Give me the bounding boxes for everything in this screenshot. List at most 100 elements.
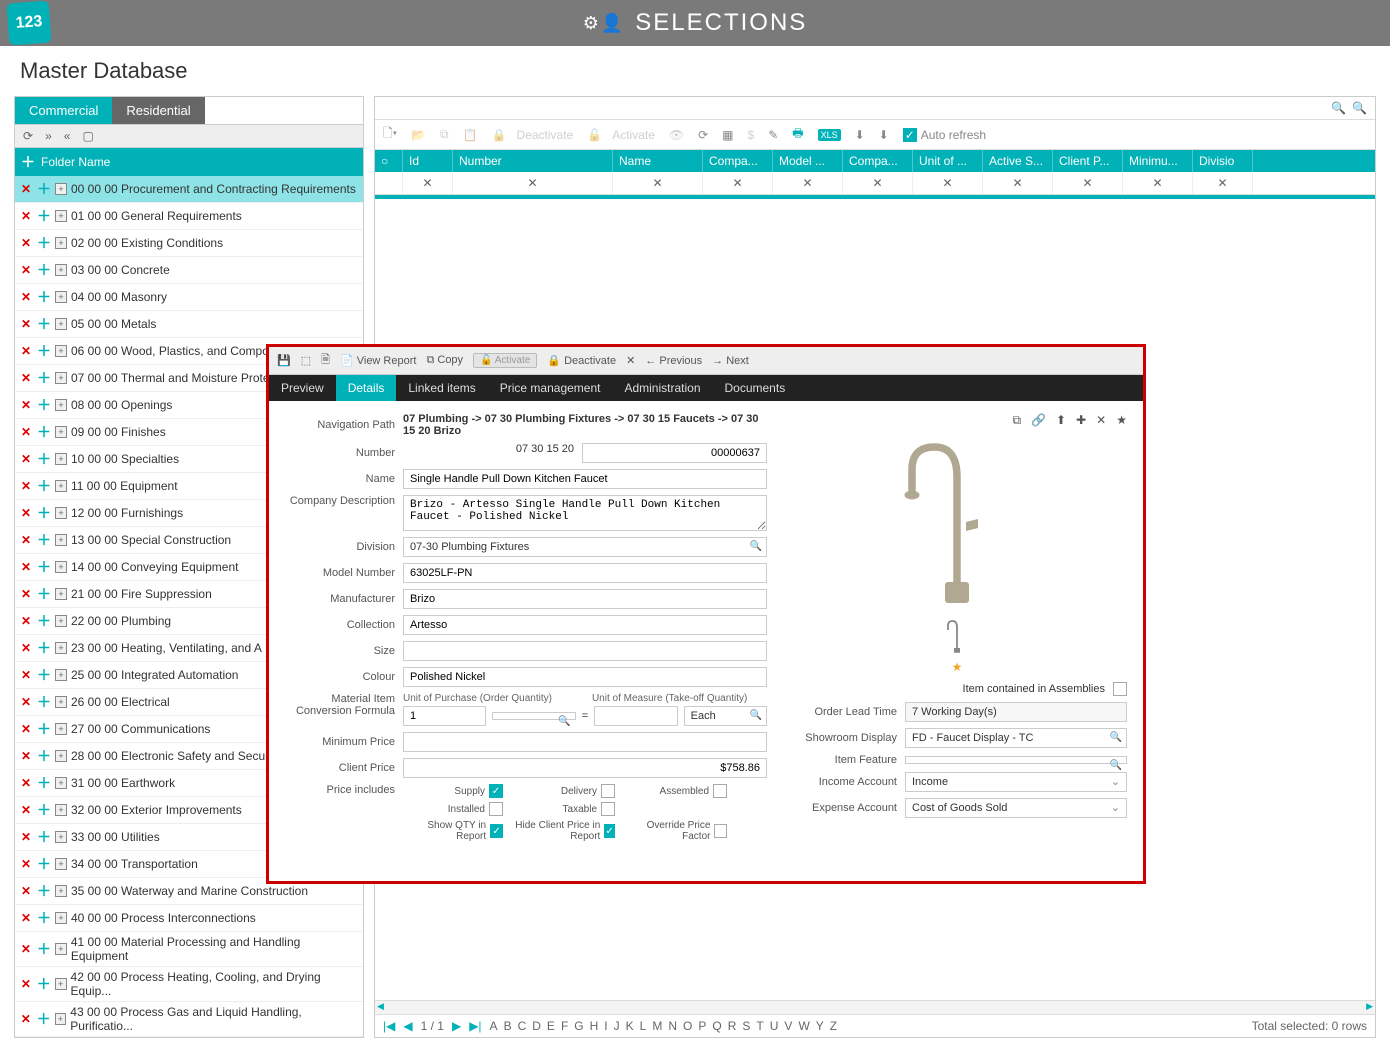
alpha-letter[interactable]: P [698, 1019, 706, 1033]
delete-icon[interactable]: ✕ [19, 614, 33, 628]
add-icon[interactable]: ＋ [37, 287, 51, 307]
add-icon[interactable]: ＋ [37, 1009, 51, 1029]
expand-icon[interactable]: + [55, 831, 67, 843]
deactivate-button[interactable]: 🔒 Deactivate [492, 128, 574, 142]
expand-icon[interactable]: + [55, 777, 67, 789]
folder-row[interactable]: ✕＋+04 00 00 Masonry [15, 284, 363, 311]
collection-input[interactable] [403, 615, 767, 635]
opt-assembled[interactable]: Assembled [627, 784, 727, 798]
delete-icon[interactable]: ✕ [19, 452, 33, 466]
add-icon[interactable]: ＋ [37, 974, 51, 994]
favorite-star-icon[interactable]: ★ [952, 660, 963, 674]
filter-cell[interactable]: ✕ [403, 172, 453, 194]
star-icon[interactable]: ★ [1116, 413, 1127, 428]
open-icon[interactable]: 📂 [411, 128, 426, 142]
expand-right-icon[interactable]: » [45, 129, 52, 143]
add-icon[interactable]: ＋ [37, 746, 51, 766]
opt-show-qty[interactable]: Show QTY in Report✓ [403, 820, 503, 842]
add-icon[interactable]: ＋ [37, 395, 51, 415]
expand-icon[interactable]: + [55, 507, 67, 519]
delete-icon[interactable]: ✕ [19, 977, 33, 991]
refresh-icon[interactable]: ⟳ [23, 129, 33, 143]
add-icon[interactable]: ＋ [37, 719, 51, 739]
delete-icon[interactable]: ✕ [19, 749, 33, 763]
expand-icon[interactable]: + [55, 615, 67, 627]
pager-first-icon[interactable]: |◀ [383, 1019, 395, 1033]
expand-icon[interactable]: + [55, 804, 67, 816]
delete-icon[interactable]: ✕ [19, 942, 33, 956]
eye-icon[interactable]: 👁 [669, 128, 684, 142]
tab-linked[interactable]: Linked items [396, 375, 487, 401]
tab-price[interactable]: Price management [488, 375, 613, 401]
alpha-letter[interactable]: T [756, 1019, 763, 1033]
alpha-letter[interactable]: Y [816, 1019, 824, 1033]
delete-icon[interactable]: ✕ [19, 884, 33, 898]
add-icon[interactable]: ＋ [37, 530, 51, 550]
download-2-icon[interactable]: ⬇ [879, 128, 889, 142]
add-icon[interactable]: ＋ [37, 341, 51, 361]
price-icon[interactable]: $ [748, 128, 755, 142]
doc-icon[interactable]: 🗎 [321, 351, 330, 370]
delete-icon[interactable]: ✕ [19, 290, 33, 304]
expand-icon[interactable]: + [55, 669, 67, 681]
expand-icon[interactable]: + [55, 264, 67, 276]
add-icon[interactable]: ＋ [37, 233, 51, 253]
opt-taxable[interactable]: Taxable [515, 802, 615, 816]
filter-cell[interactable]: ✕ [913, 172, 983, 194]
delete-icon[interactable]: ✕ [19, 722, 33, 736]
delete-icon[interactable]: ✕ [19, 641, 33, 655]
alpha-letter[interactable]: D [532, 1019, 541, 1033]
add-icon[interactable]: ＋ [37, 206, 51, 226]
expand-icon[interactable]: + [55, 534, 67, 546]
add-icon[interactable]: ＋ [37, 449, 51, 469]
delete-icon[interactable]: ✕ [19, 911, 33, 925]
expand-icon[interactable]: + [55, 399, 67, 411]
feature-input[interactable] [905, 756, 1127, 764]
add-icon[interactable]: ＋ [37, 179, 51, 199]
col-header[interactable]: ○ [375, 150, 403, 172]
alpha-letter[interactable]: M [652, 1019, 662, 1033]
opt-delivery[interactable]: Delivery [515, 784, 615, 798]
tab-preview[interactable]: Preview [269, 375, 336, 401]
delete-icon[interactable]: ✕ [19, 587, 33, 601]
add-icon[interactable]: ＋ [37, 881, 51, 901]
alpha-letter[interactable]: L [640, 1019, 647, 1033]
filter-cell[interactable]: ✕ [703, 172, 773, 194]
new-icon[interactable]: 🗋▾ [383, 124, 397, 145]
delete-icon[interactable]: ✕ [19, 263, 33, 277]
expand-icon[interactable]: + [55, 318, 67, 330]
expand-icon[interactable]: + [55, 858, 67, 870]
colour-input[interactable] [403, 667, 767, 687]
next-button[interactable]: → Next [712, 355, 749, 367]
prev-button[interactable]: ← Previous [645, 355, 702, 367]
add-icon[interactable]: ＋ [37, 611, 51, 631]
add-icon[interactable]: ＋ [37, 827, 51, 847]
delete-icon[interactable]: ✕ [19, 830, 33, 844]
tab-residential[interactable]: Residential [112, 97, 204, 124]
add-icon[interactable]: ＋ [37, 557, 51, 577]
size-input[interactable] [403, 641, 767, 661]
add-icon[interactable]: ＋ [37, 908, 51, 928]
col-header[interactable]: Compa... [843, 150, 913, 172]
filter-cell[interactable]: ✕ [1193, 172, 1253, 194]
model-input[interactable] [403, 563, 767, 583]
expand-icon[interactable]: + [55, 885, 67, 897]
alpha-letter[interactable]: Q [712, 1019, 721, 1033]
alpha-letter[interactable]: V [784, 1019, 792, 1033]
folder-row[interactable]: ✕＋+01 00 00 General Requirements [15, 203, 363, 230]
opt-installed[interactable]: Installed [403, 802, 503, 816]
expense-select[interactable]: Cost of Goods Sold [905, 798, 1127, 818]
alpha-letter[interactable]: S [742, 1019, 750, 1033]
expand-icon[interactable]: + [55, 480, 67, 492]
delete-icon[interactable]: ✕ [19, 344, 33, 358]
col-header[interactable]: Name [613, 150, 703, 172]
opt-hide-client[interactable]: Hide Client Price in Report✓ [515, 820, 615, 842]
add-icon[interactable]: ＋ [37, 584, 51, 604]
pager-last-icon[interactable]: ▶| [469, 1019, 481, 1033]
alpha-letter[interactable]: I [604, 1019, 607, 1033]
alpha-letter[interactable]: H [590, 1019, 599, 1033]
col-header[interactable]: Id [403, 150, 453, 172]
filter-cell[interactable]: ✕ [773, 172, 843, 194]
alpha-letter[interactable]: N [668, 1019, 677, 1033]
save-icon[interactable]: 💾 [277, 354, 291, 367]
